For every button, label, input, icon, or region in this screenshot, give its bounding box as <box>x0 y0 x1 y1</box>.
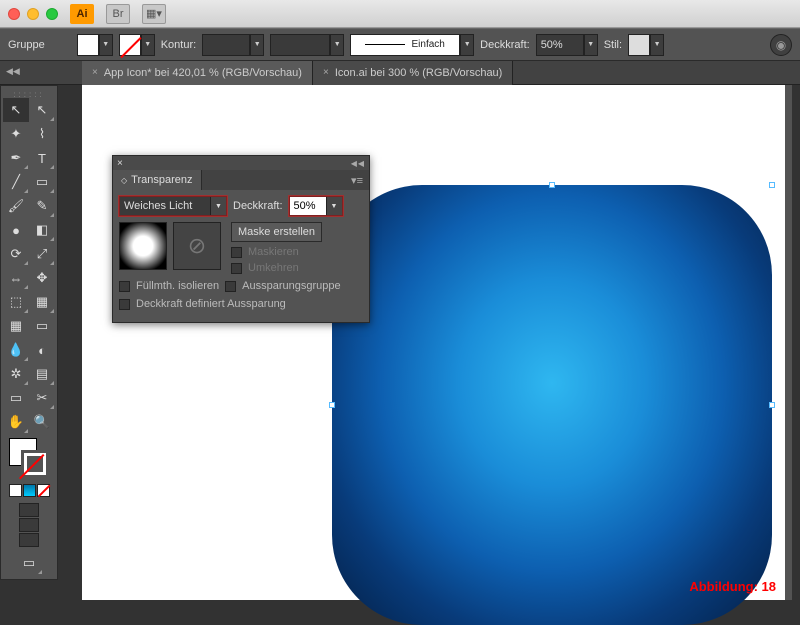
fill-stroke-indicator[interactable] <box>9 438 49 478</box>
close-icon[interactable]: × <box>323 67 329 78</box>
control-bar: Gruppe ▼ ▼ Kontur: ▼ ▼ Einfach▼ Deckkraf… <box>0 28 800 61</box>
selection-type-label: Gruppe <box>8 39 45 51</box>
document-setup-icon[interactable]: ◉ <box>770 34 792 56</box>
object-thumbnail[interactable] <box>119 222 167 270</box>
zoom-tool[interactable]: 🔍 <box>29 410 55 434</box>
symbol-sprayer-tool[interactable]: ✲ <box>3 362 29 386</box>
window-titlebar: Ai Br ▦▾ <box>0 0 800 28</box>
panel-header[interactable]: × ◀◀ <box>113 156 369 170</box>
magic-wand-tool[interactable]: ✦ <box>3 122 29 146</box>
tools-panel: :::::: ↖↖ ✦⌇ ✒T ╱▭ 🖌✎ ●◧ ⟳⤢ ⇔✥ ⬚▦ ▦▭ 💧◐ … <box>0 85 58 580</box>
transparency-panel: × ◀◀ ◇Transparenz ▾≡ ▼ Deckkraft: ▼ ⊘ Ma… <box>112 155 370 323</box>
scale-tool[interactable]: ⤢ <box>29 242 55 266</box>
color-mode-gradient[interactable] <box>23 484 36 497</box>
close-icon[interactable]: × <box>92 67 98 78</box>
traffic-lights <box>8 8 58 20</box>
collapse-icon[interactable]: ◀◀ <box>351 159 365 168</box>
collapse-tools-icon[interactable]: ◀◀ <box>6 66 20 77</box>
panel-opacity-input[interactable]: ▼ <box>289 196 343 216</box>
vertical-scrollbar[interactable] <box>785 85 792 600</box>
graphic-style[interactable]: ▼ <box>628 34 664 56</box>
document-tab[interactable]: × Icon.ai bei 300 % (RGB/Vorschau) <box>313 61 513 85</box>
zoom-window-button[interactable] <box>46 8 58 20</box>
close-window-button[interactable] <box>8 8 20 20</box>
perspective-grid-tool[interactable]: ▦ <box>29 290 55 314</box>
varwidth-profile[interactable]: ▼ <box>270 34 344 56</box>
document-tab[interactable]: × App Icon* bei 420,01 % (RGB/Vorschau) <box>82 61 313 85</box>
blob-brush-tool[interactable]: ● <box>3 218 29 242</box>
screen-mode-button[interactable]: ▭ <box>16 551 43 575</box>
panel-menu-icon[interactable]: ▾≡ <box>345 174 369 187</box>
pen-tool[interactable]: ✒ <box>3 146 29 170</box>
direct-selection-tool[interactable]: ↖ <box>29 98 55 122</box>
make-mask-button[interactable]: Maske erstellen <box>231 222 322 242</box>
opacity-label: Deckkraft: <box>480 39 530 51</box>
line-tool[interactable]: ╱ <box>3 170 29 194</box>
opacity-input[interactable]: ▼ <box>536 34 598 56</box>
fill-swatch <box>77 34 99 56</box>
brush-definition[interactable]: Einfach▼ <box>350 34 474 56</box>
figure-caption: Abbildung: 18 <box>689 579 776 594</box>
lasso-tool[interactable]: ⌇ <box>29 122 55 146</box>
width-tool[interactable]: ⇔ <box>3 266 29 290</box>
mask-thumbnail[interactable]: ⊘ <box>173 222 221 270</box>
blend-tool[interactable]: ◐ <box>29 338 55 362</box>
close-icon[interactable]: × <box>117 158 123 169</box>
draw-behind[interactable] <box>19 518 39 532</box>
artboard-tool[interactable]: ▭ <box>3 386 29 410</box>
draw-normal[interactable] <box>19 503 39 517</box>
type-tool[interactable]: T <box>29 146 55 170</box>
panel-title: Transparenz <box>131 174 192 186</box>
shape-builder-tool[interactable]: ⬚ <box>3 290 29 314</box>
eyedropper-tool[interactable]: 💧 <box>3 338 29 362</box>
gradient-tool[interactable]: ▭ <box>29 314 55 338</box>
pencil-tool[interactable]: ✎ <box>29 194 55 218</box>
selection-tool[interactable]: ↖ <box>3 98 29 122</box>
fill-swatch-control[interactable]: ▼ <box>77 34 113 56</box>
selection-handle[interactable] <box>769 182 775 188</box>
artwork-rounded-rect[interactable] <box>332 185 772 625</box>
document-tabs: × App Icon* bei 420,01 % (RGB/Vorschau) ×… <box>0 61 800 85</box>
opacity-defines-knockout-checkbox[interactable]: Deckkraft definiert Aussparung <box>119 298 286 310</box>
knockout-group-checkbox[interactable]: Aussparungsgruppe <box>225 280 340 292</box>
rotate-tool[interactable]: ⟳ <box>3 242 29 266</box>
panel-opacity-label: Deckkraft: <box>233 200 283 212</box>
selection-handle[interactable] <box>549 182 555 188</box>
invert-checkbox: Umkehren <box>231 262 322 274</box>
slice-tool[interactable]: ✂ <box>29 386 55 410</box>
color-mode-row <box>3 484 55 497</box>
hand-tool[interactable]: ✋ <box>3 410 29 434</box>
drawing-modes <box>3 503 55 547</box>
isolate-blending-checkbox[interactable]: Füllmth. isolieren <box>119 280 219 292</box>
color-mode-solid[interactable] <box>9 484 22 497</box>
selection-handle[interactable] <box>769 402 775 408</box>
arrange-documents-button[interactable]: ▦▾ <box>142 4 166 24</box>
free-transform-tool[interactable]: ✥ <box>29 266 55 290</box>
stroke-swatch-control[interactable]: ▼ <box>119 34 155 56</box>
draw-inside[interactable] <box>19 533 39 547</box>
app-badge: Ai <box>70 4 94 24</box>
bridge-button[interactable]: Br <box>106 4 130 24</box>
paintbrush-tool[interactable]: 🖌 <box>3 194 29 218</box>
rectangle-tool[interactable]: ▭ <box>29 170 55 194</box>
column-graph-tool[interactable]: ▤ <box>29 362 55 386</box>
eraser-tool[interactable]: ◧ <box>29 218 55 242</box>
blend-mode-select[interactable]: ▼ <box>119 196 227 216</box>
panel-drag-handle[interactable]: :::::: <box>3 90 55 98</box>
panel-tab-transparency[interactable]: ◇Transparenz <box>113 170 202 190</box>
mesh-tool[interactable]: ▦ <box>3 314 29 338</box>
selection-handle[interactable] <box>329 402 335 408</box>
style-label: Stil: <box>604 39 622 51</box>
stroke-swatch <box>119 34 141 56</box>
stroke-label: Kontur: <box>161 39 196 51</box>
minimize-window-button[interactable] <box>27 8 39 20</box>
tab-label: Icon.ai bei 300 % (RGB/Vorschau) <box>335 67 503 79</box>
color-mode-none[interactable] <box>37 484 50 497</box>
clip-checkbox: Maskieren <box>231 246 322 258</box>
stroke-weight-input[interactable]: ▼ <box>202 34 264 56</box>
tab-label: App Icon* bei 420,01 % (RGB/Vorschau) <box>104 67 302 79</box>
